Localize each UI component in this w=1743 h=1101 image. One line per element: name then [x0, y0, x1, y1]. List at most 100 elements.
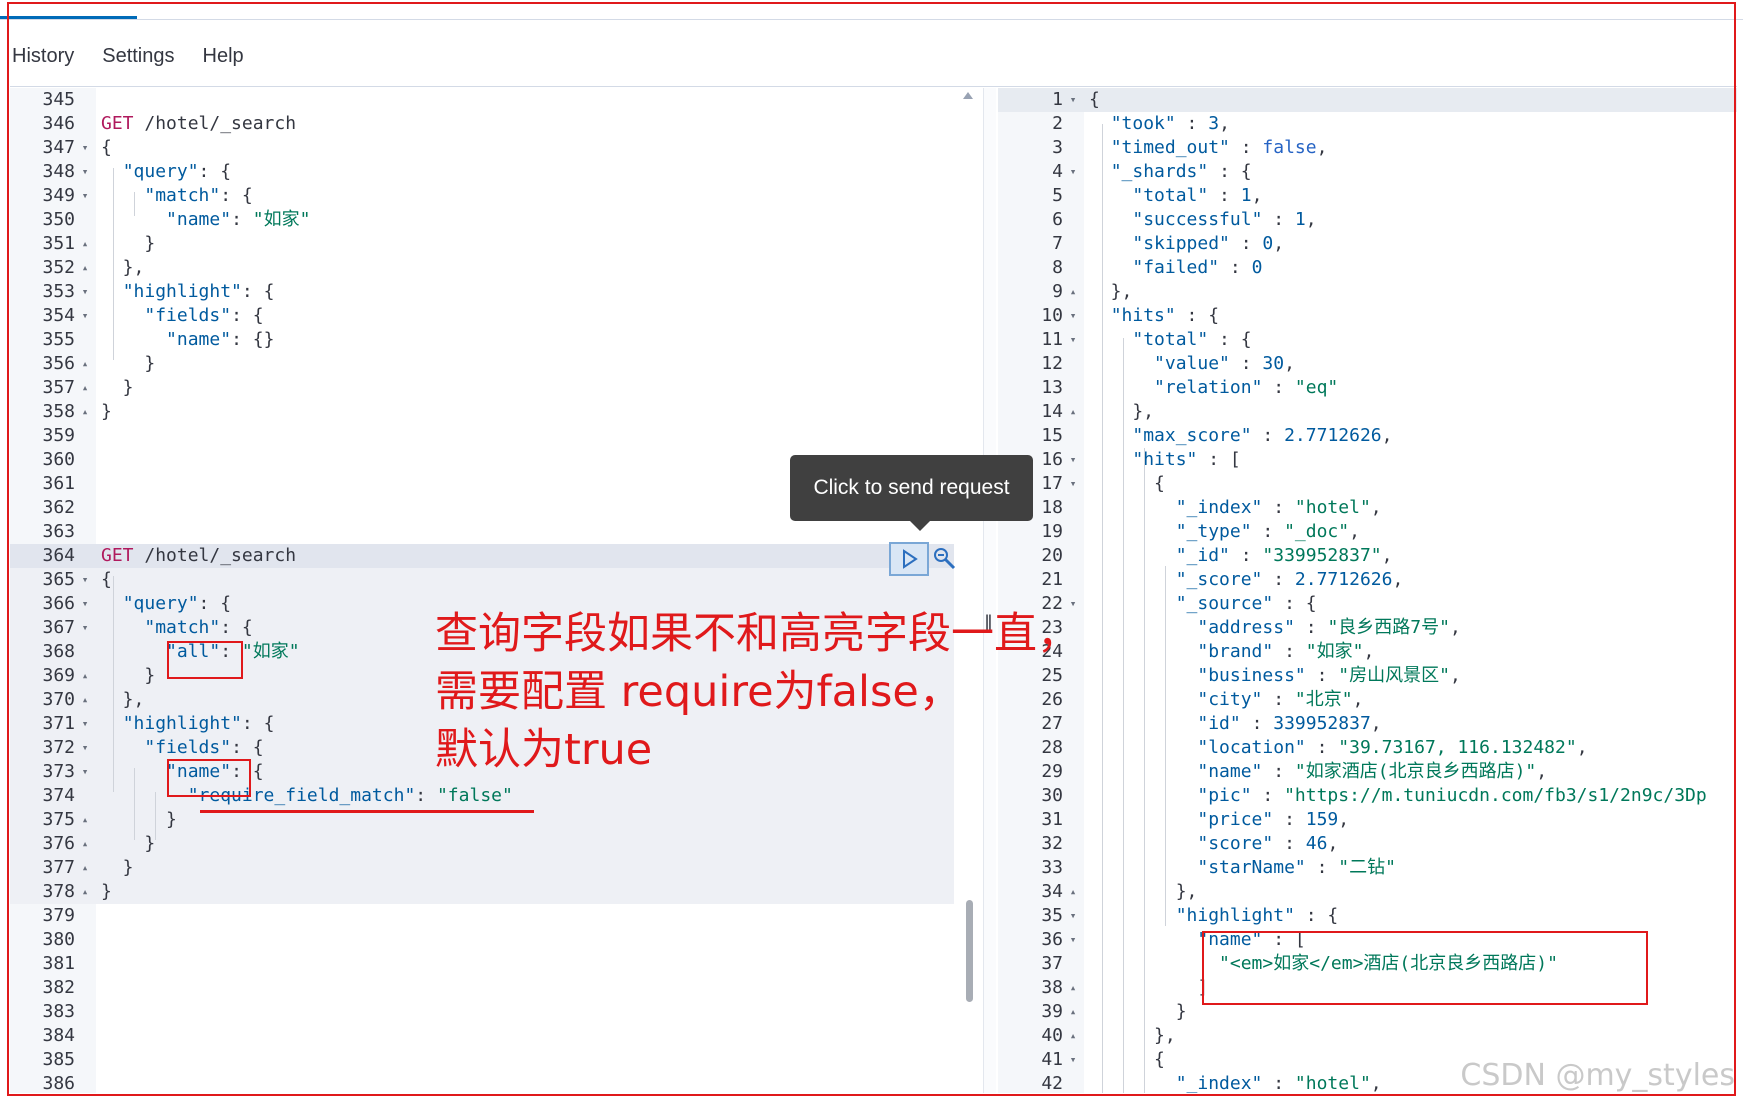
menu-settings[interactable]: Settings [100, 45, 176, 81]
line-number: 1 [1052, 89, 1063, 110]
fold-toggle-icon[interactable]: ▾ [1066, 928, 1080, 952]
code-text: "failed" : 0 [1089, 256, 1262, 280]
fold-toggle-icon[interactable]: ▴ [78, 808, 92, 832]
fold-toggle-icon[interactable]: ▴ [78, 688, 92, 712]
code-token: "address" [1197, 617, 1295, 638]
fold-toggle-icon[interactable]: ▴ [78, 880, 92, 904]
fold-toggle-icon[interactable]: ▾ [1066, 304, 1080, 328]
code-token: } [101, 401, 112, 422]
fold-toggle-icon[interactable]: ▴ [78, 400, 92, 424]
code-text: "highlight" : { [1089, 904, 1339, 928]
fold-toggle-icon[interactable]: ▴ [1066, 1024, 1080, 1048]
fold-toggle-icon[interactable]: ▾ [78, 184, 92, 208]
code-token: 30 [1262, 353, 1285, 374]
fold-toggle-icon[interactable]: ▴ [78, 832, 92, 856]
code-token: "如家" [241, 641, 300, 662]
line-number: 385 [42, 1049, 75, 1070]
line-number: 42 [1041, 1073, 1063, 1093]
fold-toggle-icon[interactable]: ▾ [78, 592, 92, 616]
line-number: 347 [42, 137, 75, 158]
code-text: "name": "如家" [101, 208, 310, 232]
fold-toggle-icon[interactable]: ▴ [1066, 1000, 1080, 1024]
code-token: "_score" [1175, 569, 1263, 590]
fold-toggle-icon[interactable]: ▾ [1066, 328, 1080, 352]
fold-toggle-icon[interactable]: ▾ [1066, 1048, 1080, 1072]
fold-toggle-icon[interactable]: ▾ [1066, 904, 1080, 928]
fold-toggle-icon[interactable]: ▾ [78, 136, 92, 160]
code-token: , [1370, 713, 1382, 734]
fold-toggle-icon[interactable]: ▾ [78, 736, 92, 760]
fold-toggle-icon[interactable]: ▾ [1066, 88, 1080, 112]
indent-guide [134, 192, 135, 216]
code-text: }, [101, 688, 145, 712]
menu-history[interactable]: History [10, 45, 76, 81]
code-token: "brand" [1197, 641, 1274, 662]
fold-toggle-icon[interactable]: ▴ [78, 256, 92, 280]
fold-toggle-icon[interactable]: ▴ [1066, 880, 1080, 904]
line-number: 33 [1041, 857, 1063, 878]
code-token: : { [1208, 161, 1252, 182]
code-token: "hits" [1132, 449, 1198, 470]
fold-toggle-icon[interactable]: ▴ [1066, 280, 1080, 304]
fold-toggle-icon[interactable]: ▴ [78, 352, 92, 376]
line-number: 374 [42, 785, 75, 806]
code-text: "starName" : "二钻" [1089, 856, 1396, 880]
indent-guide [113, 576, 114, 792]
code-text: }, [101, 256, 145, 280]
code-text: "query": { [101, 592, 231, 616]
indent-guide [155, 792, 156, 840]
fold-toggle-icon[interactable]: ▴ [78, 232, 92, 256]
code-token: 1 [1294, 209, 1306, 230]
fold-toggle-icon[interactable]: ▾ [1066, 160, 1080, 184]
code-token: } [101, 809, 177, 830]
fold-toggle-icon[interactable]: ▾ [78, 160, 92, 184]
fold-toggle-icon[interactable]: ▴ [1066, 976, 1080, 1000]
fold-toggle-icon[interactable]: ▾ [78, 616, 92, 640]
code-token: : [415, 785, 437, 806]
fold-toggle-icon[interactable]: ▾ [78, 568, 92, 592]
line-number: 375 [42, 809, 75, 830]
code-text: "score" : 46, [1089, 832, 1338, 856]
code-text: GET /hotel/_search [101, 112, 296, 136]
code-token: : [1262, 569, 1295, 590]
line-number: 373 [42, 761, 75, 782]
send-request-button[interactable] [889, 542, 929, 576]
code-token: : [1262, 689, 1295, 710]
fold-toggle-icon[interactable]: ▾ [1066, 448, 1080, 472]
code-token: , [1305, 209, 1317, 230]
active-tab-indicator[interactable] [0, 16, 137, 19]
scroll-up-arrow-icon[interactable] [963, 92, 973, 99]
fold-toggle-icon[interactable]: ▴ [1066, 400, 1080, 424]
code-token: 2.7712626 [1284, 425, 1382, 446]
code-token: "hotel" [1294, 1073, 1371, 1093]
line-number: 9 [1052, 281, 1063, 302]
pane-resizer[interactable] [983, 88, 996, 1093]
fold-toggle-icon[interactable]: ▾ [78, 760, 92, 784]
code-token: , [1327, 833, 1339, 854]
fold-toggle-icon[interactable]: ▾ [78, 712, 92, 736]
request-editor[interactable]: 345 346 GET /hotel/_search 347 ▾{348 ▾ "query… [10, 88, 975, 1093]
code-text: "_index" : "hotel", [1089, 1072, 1382, 1093]
fold-toggle-icon[interactable]: ▾ [78, 304, 92, 328]
line-number: 12 [1041, 353, 1063, 374]
code-text: "name" : [ [1089, 928, 1305, 952]
fold-toggle-icon[interactable]: ▴ [78, 856, 92, 880]
code-token: "business" [1197, 665, 1306, 686]
fold-toggle-icon[interactable]: ▾ [78, 280, 92, 304]
fold-toggle-icon[interactable]: ▾ [1066, 472, 1080, 496]
code-token: , [1273, 233, 1285, 254]
code-text: "fields": { [101, 736, 263, 760]
line-number: 379 [42, 905, 75, 926]
fold-toggle-icon[interactable]: ▴ [78, 376, 92, 400]
code-text: { [1089, 88, 1100, 112]
fold-toggle-icon[interactable]: ▴ [78, 664, 92, 688]
request-scrollbar[interactable] [966, 900, 973, 1002]
wrench-icon[interactable] [932, 546, 958, 572]
menu-help[interactable]: Help [201, 45, 246, 81]
